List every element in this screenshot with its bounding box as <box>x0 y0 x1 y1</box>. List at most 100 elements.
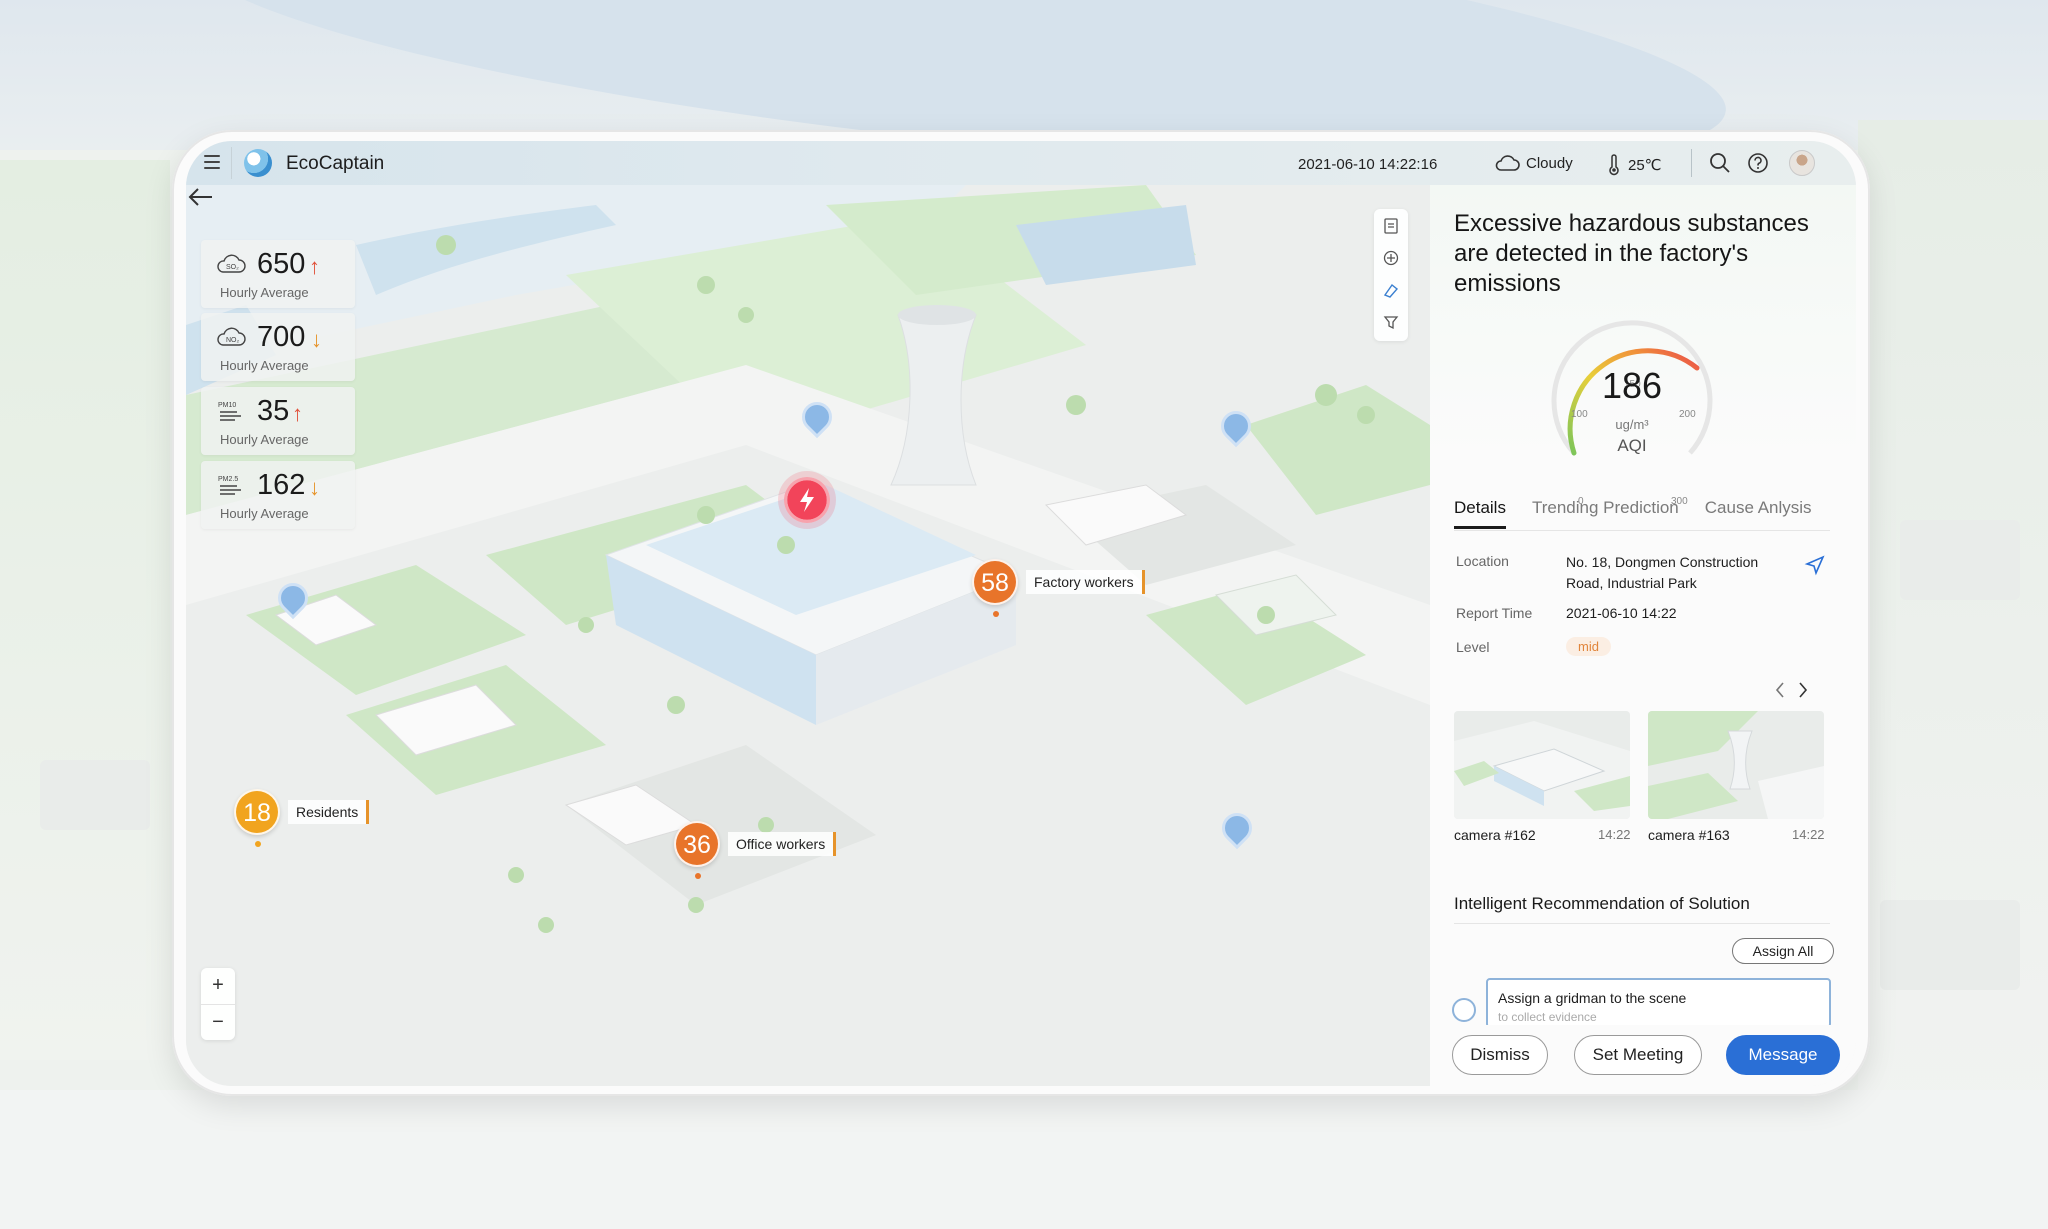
top-bar: EcoCaptain 2021-06-10 14:22:16 Cloudy 25… <box>186 141 1856 185</box>
population-badge-factory[interactable]: 58 Factory workers <box>972 559 1145 617</box>
trend-down-arrow-icon: ↓ <box>311 327 322 352</box>
camera-thumbnail[interactable] <box>1648 711 1824 819</box>
metric-value: 700 <box>257 321 306 353</box>
chevron-right-icon[interactable] <box>1796 680 1810 700</box>
tab-trending-prediction[interactable]: Trending Prediction <box>1532 498 1679 529</box>
trend-up-arrow-icon: ↑ <box>292 401 303 426</box>
aqi-unit: ug/m³ <box>1615 417 1649 432</box>
dismiss-button[interactable]: Dismiss <box>1452 1035 1548 1075</box>
set-meeting-button[interactable]: Set Meeting <box>1574 1035 1702 1075</box>
message-button[interactable]: Message <box>1726 1035 1840 1075</box>
metric-value: 162 <box>257 469 306 501</box>
alert-detail-panel: Excessive hazardous substances are detec… <box>1430 185 1856 1086</box>
tab-details[interactable]: Details <box>1454 498 1506 529</box>
zoom-control: + − <box>201 968 235 1040</box>
search-icon[interactable] <box>1709 152 1731 174</box>
topbar-divider <box>1691 149 1692 177</box>
population-count: 58 <box>972 559 1018 617</box>
alert-title: Excessive hazardous substances are detec… <box>1454 210 1809 297</box>
background-building <box>1900 520 2020 600</box>
camera-time: 14:22 <box>1792 827 1825 842</box>
pm10-wind-icon: PM10 <box>218 402 241 421</box>
map-view[interactable]: SO₂ 650 ↑ Hourly Average NO₂ 700 ↓ Hourl… <box>186 185 1430 1086</box>
recommendation-item[interactable]: Assign a gridman to the scene to collect… <box>1486 978 1831 1028</box>
pollution-alert-marker[interactable] <box>784 477 830 523</box>
help-icon[interactable] <box>1747 152 1769 174</box>
metric-card-pm10[interactable]: PM10 35 ↑ Hourly Average <box>201 387 355 455</box>
camera-thumbnail[interactable] <box>1454 711 1630 819</box>
trend-up-arrow-icon: ↑ <box>309 254 320 279</box>
map-toolbar <box>1374 209 1408 341</box>
topbar-divider <box>231 147 232 179</box>
back-arrow-icon[interactable] <box>186 185 214 209</box>
current-datetime: 2021-06-10 14:22:16 <box>1298 156 1438 173</box>
aqi-label: AQI <box>1617 436 1647 455</box>
temperature-label: 25℃ <box>1628 157 1662 174</box>
camera-time: 14:22 <box>1598 827 1631 842</box>
recommendation-title: Intelligent Recommendation of Solution <box>1454 894 1750 913</box>
metric-card-pm25[interactable]: PM2.5 162 ↓ Hourly Average <box>201 461 355 529</box>
app-screen: EcoCaptain 2021-06-10 14:22:16 Cloudy 25… <box>186 141 1856 1086</box>
trend-down-arrow-icon: ↓ <box>309 475 320 500</box>
chevron-left-icon[interactable] <box>1773 680 1787 700</box>
report-time-label: Report Time <box>1456 605 1533 621</box>
filter-icon[interactable] <box>1382 313 1400 331</box>
metric-value: 650 <box>257 248 306 280</box>
app-title: EcoCaptain <box>286 153 385 174</box>
metric-label: Hourly Average <box>220 358 309 373</box>
level-label: Level <box>1456 639 1490 655</box>
report-time-value: 2021-06-10 14:22 <box>1566 605 1677 621</box>
temperature-status: 25℃ <box>1606 154 1662 176</box>
pm25-wind-icon: PM2.5 <box>218 476 241 495</box>
population-label: Residents <box>288 800 370 824</box>
population-badge-office[interactable]: 36 Office workers <box>674 821 837 879</box>
camera-name: camera #162 <box>1454 827 1536 843</box>
metric-card-so2[interactable]: SO₂ 650 ↑ Hourly Average <box>201 240 355 308</box>
weather-label: Cloudy <box>1526 154 1573 172</box>
recommendation-item-title: Assign a gridman to the scene <box>1498 990 1687 1006</box>
background-building <box>1880 900 2020 990</box>
recommendation-divider <box>1454 923 1830 924</box>
aqi-value: 186 <box>1601 365 1663 406</box>
population-label: Office workers <box>728 832 837 856</box>
tab-cause-analysis[interactable]: Cause Anlysis <box>1705 498 1812 529</box>
zoom-in-button[interactable]: + <box>201 968 235 1004</box>
camera-163-image <box>1648 711 1824 819</box>
target-icon[interactable] <box>1382 249 1400 267</box>
assign-all-button[interactable]: Assign All <box>1732 938 1834 964</box>
no2-cloud-icon: NO₂ <box>217 327 246 346</box>
metric-card-no2[interactable]: NO₂ 700 ↓ Hourly Average <box>201 313 355 381</box>
camera-name: camera #163 <box>1648 827 1730 843</box>
metric-label: Hourly Average <box>220 506 309 521</box>
metric-icon-tag: NO₂ <box>226 337 240 344</box>
navigate-icon[interactable] <box>1804 554 1826 576</box>
paint-icon[interactable] <box>1382 281 1400 299</box>
metric-label: Hourly Average <box>220 285 309 300</box>
cloud-icon <box>1495 155 1520 171</box>
app-logo <box>244 149 272 177</box>
location-label: Location <box>1456 553 1509 569</box>
metric-icon-tag: PM10 <box>218 402 236 409</box>
location-value: No. 18, Dongmen Construction Road, Indus… <box>1566 554 1759 591</box>
background-greenery-left <box>0 160 170 1060</box>
map-field <box>1246 385 1430 515</box>
zoom-out-button[interactable]: − <box>201 1004 235 1040</box>
recommendation-item-subtitle: to collect evidence <box>1498 1010 1597 1024</box>
population-count: 18 <box>234 789 280 847</box>
so2-cloud-icon: SO₂ <box>217 254 246 273</box>
camera-162-image <box>1454 711 1630 819</box>
lightning-icon <box>800 488 814 512</box>
population-badge-residents[interactable]: 18 Residents <box>234 789 370 847</box>
avatar[interactable] <box>1789 150 1815 176</box>
background-building <box>40 760 150 830</box>
recommendation-checkbox[interactable] <box>1452 998 1476 1022</box>
level-badge: mid <box>1566 637 1611 656</box>
isometric-map <box>186 185 1430 933</box>
weather-status: Cloudy <box>1494 154 1573 172</box>
metric-value: 35 <box>257 395 290 427</box>
metric-icon-tag: SO₂ <box>226 264 239 271</box>
background-ground <box>0 1090 2048 1229</box>
report-icon[interactable] <box>1382 217 1400 235</box>
population-label: Factory workers <box>1026 570 1145 594</box>
menu-icon[interactable] <box>204 155 220 169</box>
